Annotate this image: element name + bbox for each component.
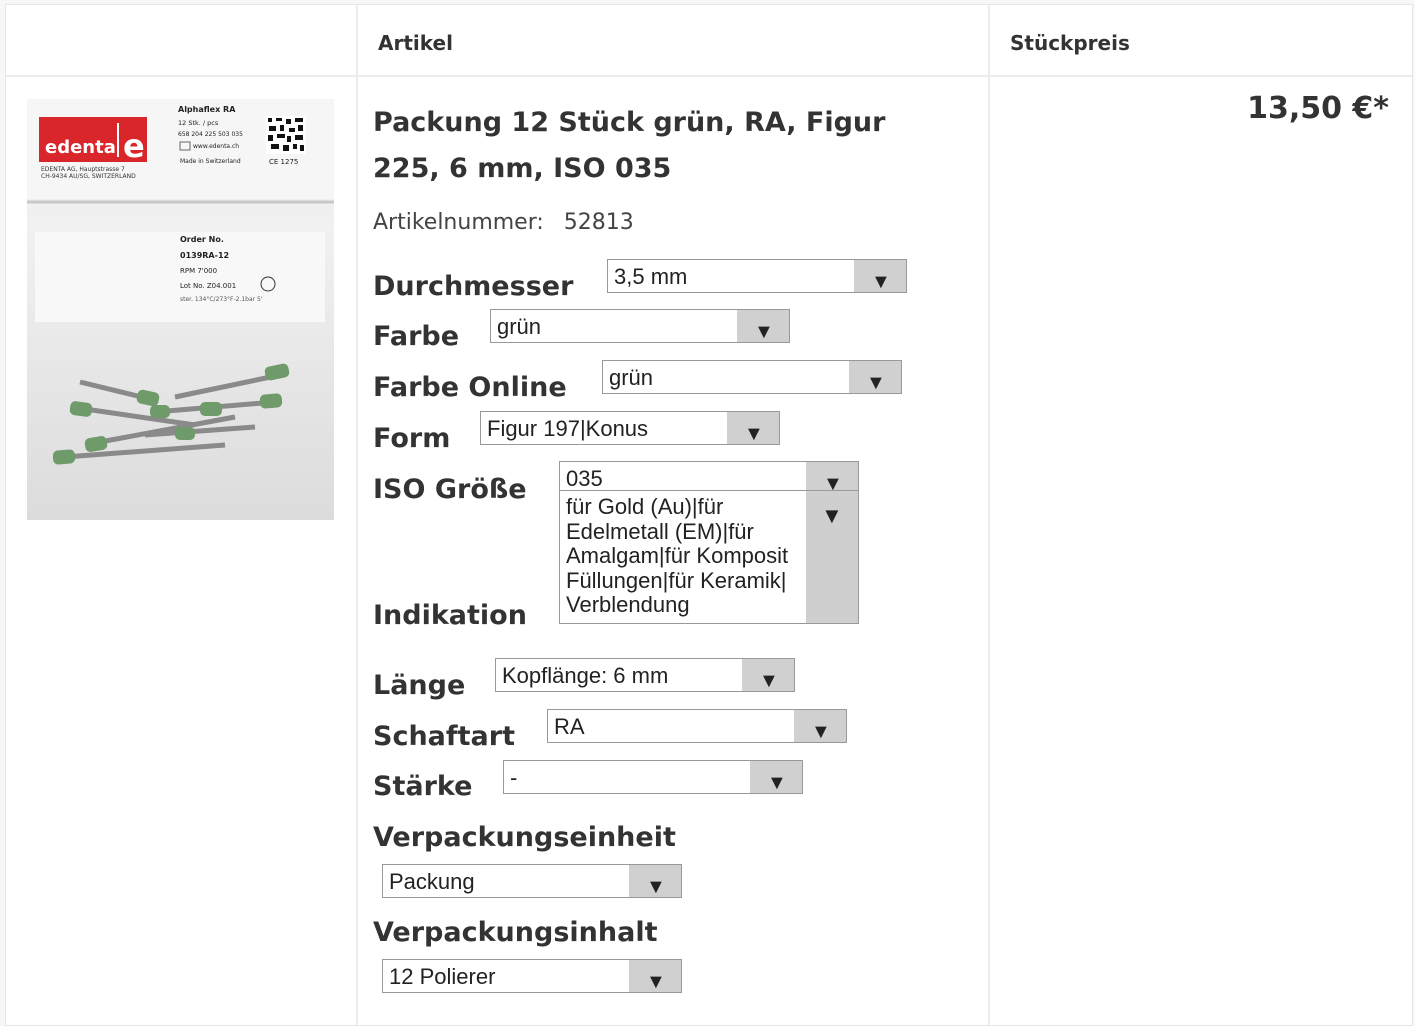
dropdown-arrow: ▼ bbox=[742, 659, 794, 692]
package-product-name: Alphaflex RA bbox=[178, 105, 236, 114]
chevron-down-icon: ▼ bbox=[744, 423, 764, 445]
form-value: Figur 197|Konus bbox=[487, 416, 649, 441]
rpm: RPM 7'000 bbox=[180, 267, 217, 275]
product-title[interactable]: Packung 12 Stück grün, RA, Figur 225, 6 … bbox=[373, 100, 933, 192]
header-unit-price: Stückpreis bbox=[1010, 31, 1130, 55]
indikation-select[interactable]: für Gold (Au)|für Edelmetall (EM)|für Am… bbox=[559, 490, 859, 624]
chevron-down-icon: ▼ bbox=[767, 772, 787, 794]
dropdown-arrow: ▼ bbox=[629, 960, 681, 993]
order-number: 0139RA-12 bbox=[180, 251, 229, 260]
dropdown-arrow: ▼ bbox=[806, 491, 858, 623]
header-article: Artikel bbox=[378, 31, 453, 55]
laenge-select[interactable]: Kopflänge: 6 mm ▼ bbox=[495, 658, 795, 692]
verpackungsinhalt-select[interactable]: 12 Polierer ▼ bbox=[382, 959, 682, 993]
package-website: www.edenta.ch bbox=[193, 143, 239, 150]
verpackungsinhalt-value: 12 Polierer bbox=[389, 964, 496, 989]
farbe-value: grün bbox=[497, 314, 542, 339]
package-made-in: Made in Switzerland bbox=[180, 158, 241, 165]
form-label: Form bbox=[373, 423, 451, 454]
unit-price: 13,50 €* bbox=[1247, 91, 1389, 126]
package-qty: 12 Stk. / pcs bbox=[178, 119, 219, 127]
column-divider bbox=[356, 5, 358, 1025]
chevron-down-icon: ▼ bbox=[871, 271, 891, 293]
article-number-label: Artikelnummer: bbox=[373, 210, 544, 235]
iso-label: ISO Größe bbox=[373, 474, 527, 505]
ce-mark: CE 1275 bbox=[269, 158, 298, 166]
staerke-value: - bbox=[510, 765, 518, 790]
indikation-label: Indikation bbox=[373, 600, 527, 631]
chevron-down-icon: ▼ bbox=[754, 321, 774, 343]
laenge-value: Kopflänge: 6 mm bbox=[502, 663, 669, 688]
farbe-online-value: grün bbox=[609, 365, 654, 390]
chevron-down-icon: ▼ bbox=[821, 503, 843, 528]
farbe-label: Farbe bbox=[373, 321, 460, 352]
brand-name: edenta bbox=[45, 137, 116, 158]
address-line2: CH-9434 AU/SG, SWITZERLAND bbox=[41, 173, 136, 180]
chevron-down-icon: ▼ bbox=[811, 721, 831, 743]
staerke-label: Stärke bbox=[373, 771, 473, 802]
chevron-down-icon: ▼ bbox=[759, 670, 779, 692]
chevron-down-icon: ▼ bbox=[866, 372, 886, 394]
sterilization-info: ster. 134°C/273°F-2.1bar 5' bbox=[180, 296, 263, 303]
dropdown-arrow: ▼ bbox=[727, 412, 779, 445]
dropdown-arrow: ▼ bbox=[737, 310, 789, 343]
schaftart-value: RA bbox=[554, 714, 585, 739]
dropdown-arrow: ▼ bbox=[794, 710, 846, 743]
package-code: 658 204 225 503 035 bbox=[178, 131, 243, 138]
iso-value: 035 bbox=[566, 466, 603, 491]
schaftart-label: Schaftart bbox=[373, 721, 515, 752]
schaftart-select[interactable]: RA ▼ bbox=[547, 709, 847, 743]
column-divider bbox=[988, 5, 990, 1025]
package-insert bbox=[35, 232, 325, 322]
verpackungseinheit-select[interactable]: Packung ▼ bbox=[382, 864, 682, 898]
address-line1: EDENTA AG, Hauptstrasse 7 bbox=[41, 166, 125, 173]
durchmesser-label: Durchmesser bbox=[373, 271, 574, 302]
indikation-value: für Gold (Au)|für Edelmetall (EM)|für Am… bbox=[566, 495, 789, 617]
verpackungsinhalt-label: Verpackungsinhalt bbox=[373, 917, 658, 948]
farbe-online-label: Farbe Online bbox=[373, 372, 567, 403]
product-image[interactable]: edenta e EDENTA AG, Hauptstrasse 7 CH-94… bbox=[25, 97, 336, 522]
header-divider bbox=[6, 75, 1412, 77]
dropdown-arrow: ▼ bbox=[629, 865, 681, 898]
chevron-down-icon: ▼ bbox=[646, 971, 666, 993]
lot-number: Lot No. Z04.001 bbox=[180, 282, 236, 290]
staerke-select[interactable]: - ▼ bbox=[503, 760, 803, 794]
farbe-online-select[interactable]: grün ▼ bbox=[602, 360, 902, 394]
laenge-label: Länge bbox=[373, 670, 466, 701]
dropdown-arrow: ▼ bbox=[849, 361, 901, 394]
brand-letter: e bbox=[123, 127, 145, 165]
verpackungseinheit-label: Verpackungseinheit bbox=[373, 822, 676, 853]
durchmesser-value: 3,5 mm bbox=[614, 264, 688, 289]
chevron-down-icon: ▼ bbox=[646, 876, 666, 898]
datamatrix-code bbox=[266, 116, 306, 154]
article-number: Artikelnummer: 52813 bbox=[373, 210, 634, 235]
verpackungseinheit-value: Packung bbox=[389, 869, 475, 894]
order-label: Order No. bbox=[180, 235, 224, 244]
dropdown-arrow: ▼ bbox=[854, 260, 906, 293]
dropdown-arrow: ▼ bbox=[750, 761, 802, 794]
form-select[interactable]: Figur 197|Konus ▼ bbox=[480, 411, 780, 445]
durchmesser-select[interactable]: 3,5 mm ▼ bbox=[607, 259, 907, 293]
article-number-value: 52813 bbox=[563, 210, 634, 235]
farbe-select[interactable]: grün ▼ bbox=[490, 309, 790, 343]
